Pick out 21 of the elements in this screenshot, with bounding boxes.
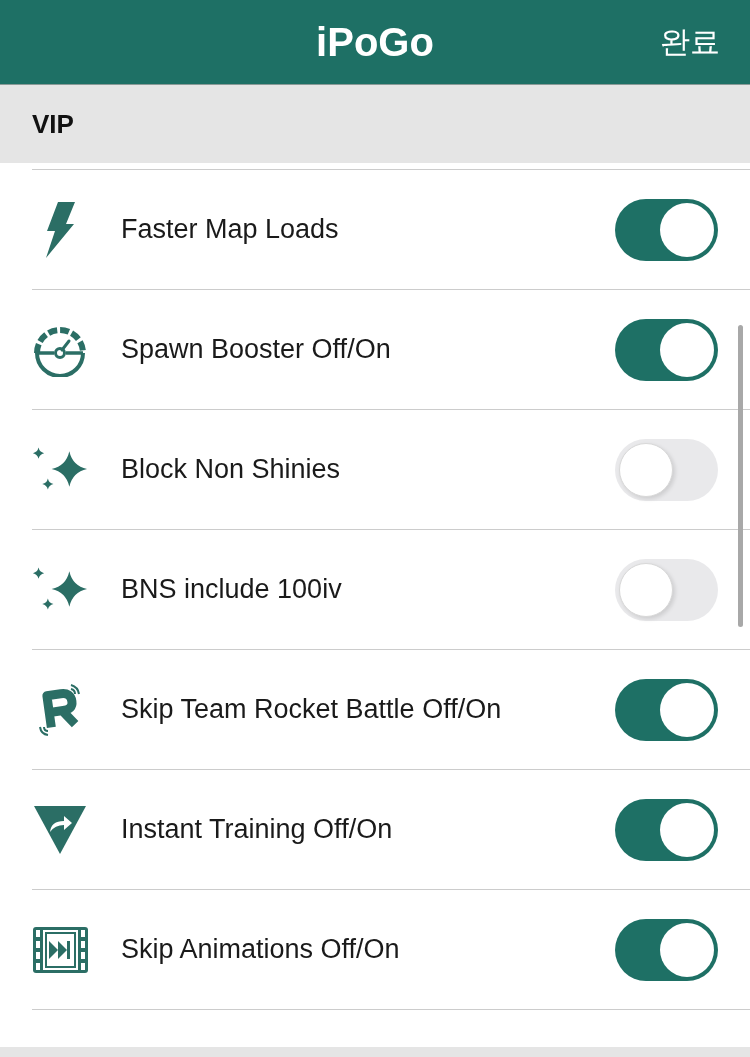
toggle-knob [660,682,714,737]
toggle-knob [660,922,714,977]
triangle-arrow-icon [34,805,86,854]
app-title: iPoGo [316,22,434,62]
toggle-knob [660,202,714,257]
setting-label: Faster Map Loads [121,214,340,245]
setting-label: Block Non Shinies [121,454,342,485]
setting-label: Skip Team Rocket Battle Off/On [121,694,503,725]
setting-label: Spawn Booster Off/On [121,334,392,365]
setting-label: Instant Training Off/On [121,814,394,845]
setting-label: Skip Animations Off/On [121,934,401,965]
toggle-knob [660,802,714,857]
section-title: VIP [32,108,74,140]
toggle-knob [619,442,673,497]
toggle-knob [619,562,673,617]
lightning-bolt-icon [45,201,75,258]
done-button[interactable]: 완료 [660,27,720,57]
toggle-knob [660,322,714,377]
film-fast-forward-icon [32,926,88,973]
letter-r-icon [37,681,83,738]
setting-label: BNS include 100iv [121,574,343,605]
